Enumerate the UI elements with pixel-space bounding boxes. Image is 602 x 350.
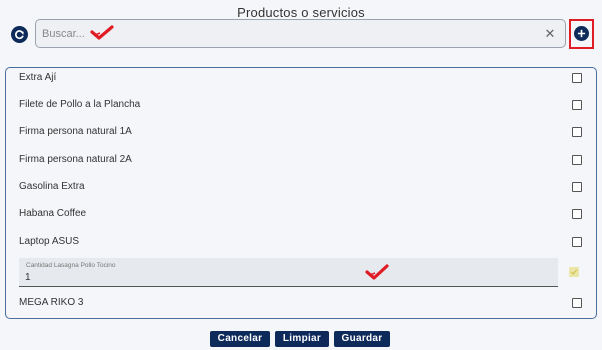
item-checkbox-checked[interactable] [569, 267, 579, 277]
refresh-button[interactable] [11, 26, 28, 43]
item-label: Firma persona natural 2A [19, 154, 132, 165]
item-checkbox[interactable] [572, 298, 582, 308]
add-button-highlight [569, 19, 594, 49]
item-label: MEGA RIKO 3 [19, 297, 84, 308]
list-item: Habana Coffee [19, 204, 582, 224]
quantity-input[interactable] [25, 271, 225, 284]
search-input[interactable] [42, 24, 522, 44]
plus-icon [577, 29, 586, 38]
product-list-panel: Extra Ají Filete de Pollo a la Plancha F… [5, 67, 597, 319]
list-item: Laptop ASUS [19, 232, 582, 252]
refresh-icon [15, 30, 24, 40]
close-icon: ✕ [544, 26, 556, 41]
quantity-label: Cantidad Lasagna Pollo Tocino [26, 262, 116, 269]
item-checkbox[interactable] [572, 73, 582, 83]
item-checkbox[interactable] [572, 209, 582, 219]
list-item: Extra Ají [19, 68, 582, 88]
clear-button[interactable]: Limpiar [275, 331, 329, 347]
list-item: Firma persona natural 2A [19, 150, 582, 170]
item-label: Firma persona natural 1A [19, 126, 132, 137]
item-checkbox[interactable] [572, 237, 582, 247]
item-label: Filete de Pollo a la Plancha [19, 99, 141, 110]
check-icon [570, 269, 578, 275]
red-check-annotation [365, 264, 389, 280]
item-checkbox[interactable] [572, 100, 582, 110]
list-item: Firma persona natural 1A [19, 122, 582, 142]
save-button[interactable]: Guardar [334, 331, 390, 347]
search-box: ✕ [35, 19, 566, 48]
item-checkbox[interactable] [572, 182, 582, 192]
list-item: Gasolina Extra [19, 177, 582, 197]
red-check-annotation [90, 25, 114, 40]
cancel-button[interactable]: Cancelar [210, 331, 270, 347]
item-label: Gasolina Extra [19, 181, 85, 192]
list-item: MEGA RIKO 3 [19, 293, 582, 313]
item-checkbox[interactable] [572, 155, 582, 165]
item-label: Extra Ají [19, 72, 57, 83]
add-button[interactable] [574, 26, 589, 41]
item-label: Habana Coffee [19, 208, 87, 219]
list-item: Filete de Pollo a la Plancha [19, 95, 582, 115]
item-checkbox[interactable] [572, 127, 582, 137]
clear-search-button[interactable]: ✕ [543, 26, 557, 42]
item-label: Laptop ASUS [19, 236, 80, 247]
dialog-title: Productos o servicios [237, 5, 365, 20]
quantity-field: Cantidad Lasagna Pollo Tocino [19, 258, 558, 287]
